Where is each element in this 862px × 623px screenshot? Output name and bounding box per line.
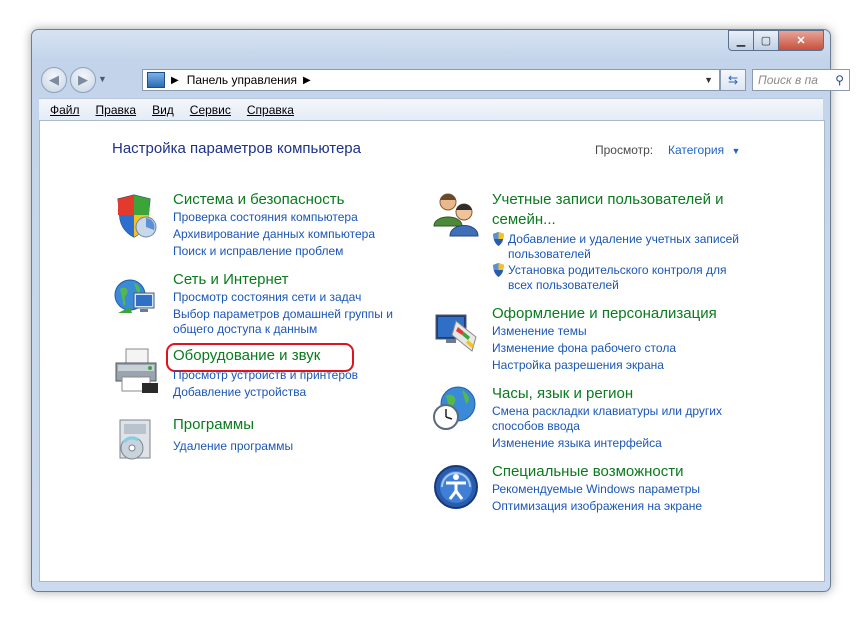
- breadcrumb-control-panel[interactable]: Панель управления: [187, 73, 297, 87]
- link-optimize-display[interactable]: Оптимизация изображения на экране: [492, 498, 702, 515]
- link-change-display-language[interactable]: Изменение языка интерфейса: [492, 435, 662, 452]
- address-dropdown-icon[interactable]: ▼: [704, 75, 713, 85]
- category-ease-of-access[interactable]: Специальные возможности: [492, 463, 684, 480]
- category-clock-language-region[interactable]: Часы, язык и регион: [492, 385, 633, 402]
- link-change-theme[interactable]: Изменение темы: [492, 323, 587, 340]
- link-network-status[interactable]: Просмотр состояния сети и задач: [173, 289, 361, 306]
- network-globe-icon[interactable]: [112, 273, 160, 321]
- menu-edit[interactable]: Правка: [96, 103, 137, 117]
- users-icon[interactable]: [432, 190, 480, 238]
- menu-bar: Файл Правка Вид Сервис Справка: [39, 98, 823, 121]
- dropdown-arrow-icon: ▼: [731, 146, 741, 156]
- menu-view[interactable]: Вид: [152, 103, 174, 117]
- close-icon[interactable]: ✕: [779, 30, 824, 51]
- link-sharing-options[interactable]: общего доступа к данным: [173, 321, 317, 338]
- link-screen-resolution[interactable]: Настройка разрешения экрана: [492, 357, 664, 374]
- link-add-device[interactable]: Добавление устройства: [173, 384, 306, 401]
- link-recommended-settings[interactable]: Рекомендуемые Windows параметры: [492, 481, 700, 498]
- refresh-icon: ⇆: [727, 73, 739, 87]
- shield-icon[interactable]: [112, 193, 160, 241]
- recent-pages-arrow-icon[interactable]: ▼: [98, 74, 107, 84]
- maximize-icon[interactable]: ▢: [754, 30, 779, 51]
- breadcrumb-arrow-icon[interactable]: ▶: [303, 75, 311, 86]
- link-uninstall-program[interactable]: Удаление программы: [173, 438, 293, 455]
- link-change-keyboard-cont[interactable]: способов ввода: [492, 418, 580, 435]
- breadcrumb-arrow-icon: ▶: [171, 74, 179, 86]
- programs-icon[interactable]: [112, 416, 160, 464]
- link-troubleshoot[interactable]: Поиск и исправление проблем: [173, 243, 343, 260]
- menu-file[interactable]: Файл: [50, 103, 80, 117]
- control-panel-icon: [147, 72, 165, 88]
- category-user-accounts-cont[interactable]: семейн...: [492, 211, 556, 228]
- printer-icon[interactable]: [112, 347, 160, 395]
- minimize-icon[interactable]: ▁: [728, 30, 754, 51]
- view-label: Просмотр:: [595, 143, 654, 157]
- link-parental-controls-cont[interactable]: всех пользователей: [508, 277, 619, 294]
- forward-button[interactable]: ▶: [70, 67, 96, 93]
- menu-help[interactable]: Справка: [247, 103, 294, 117]
- link-devices-printers[interactable]: Просмотр устройств и принтеров: [173, 367, 358, 384]
- uac-shield-icon: [493, 232, 504, 246]
- link-check-computer-status[interactable]: Проверка состояния компьютера: [173, 209, 358, 226]
- link-add-remove-accounts-cont[interactable]: пользователей: [508, 246, 591, 263]
- page-title: Настройка параметров компьютера: [112, 140, 361, 157]
- link-backup-computer[interactable]: Архивирование данных компьютера: [173, 226, 375, 243]
- search-box[interactable]: Поиск в па ⚲: [752, 69, 850, 91]
- refresh-button[interactable]: ⇆: [720, 69, 746, 91]
- uac-shield-icon: [493, 263, 504, 277]
- link-change-background[interactable]: Изменение фона рабочего стола: [492, 340, 676, 357]
- category-network-internet[interactable]: Сеть и Интернет: [173, 271, 289, 288]
- search-input[interactable]: Поиск в па: [758, 73, 818, 87]
- category-appearance[interactable]: Оформление и персонализация: [492, 305, 717, 322]
- category-programs[interactable]: Программы: [173, 416, 254, 433]
- category-user-accounts[interactable]: Учетные записи пользователей и: [492, 191, 724, 208]
- view-mode-value: Категория: [668, 143, 725, 157]
- appearance-icon[interactable]: [432, 307, 480, 355]
- address-bar[interactable]: ▶ Панель управления ▶ ▼: [142, 69, 720, 91]
- menu-service[interactable]: Сервис: [190, 103, 231, 117]
- clock-globe-icon[interactable]: [432, 384, 480, 432]
- category-system-security[interactable]: Система и безопасность: [173, 191, 344, 208]
- view-mode-selector[interactable]: Категория ▼: [668, 143, 740, 157]
- search-icon[interactable]: ⚲: [835, 73, 844, 87]
- back-button[interactable]: ◀: [41, 67, 67, 93]
- title-buttons: ▁ ▢ ✕: [728, 30, 824, 51]
- ease-of-access-icon[interactable]: [432, 463, 480, 511]
